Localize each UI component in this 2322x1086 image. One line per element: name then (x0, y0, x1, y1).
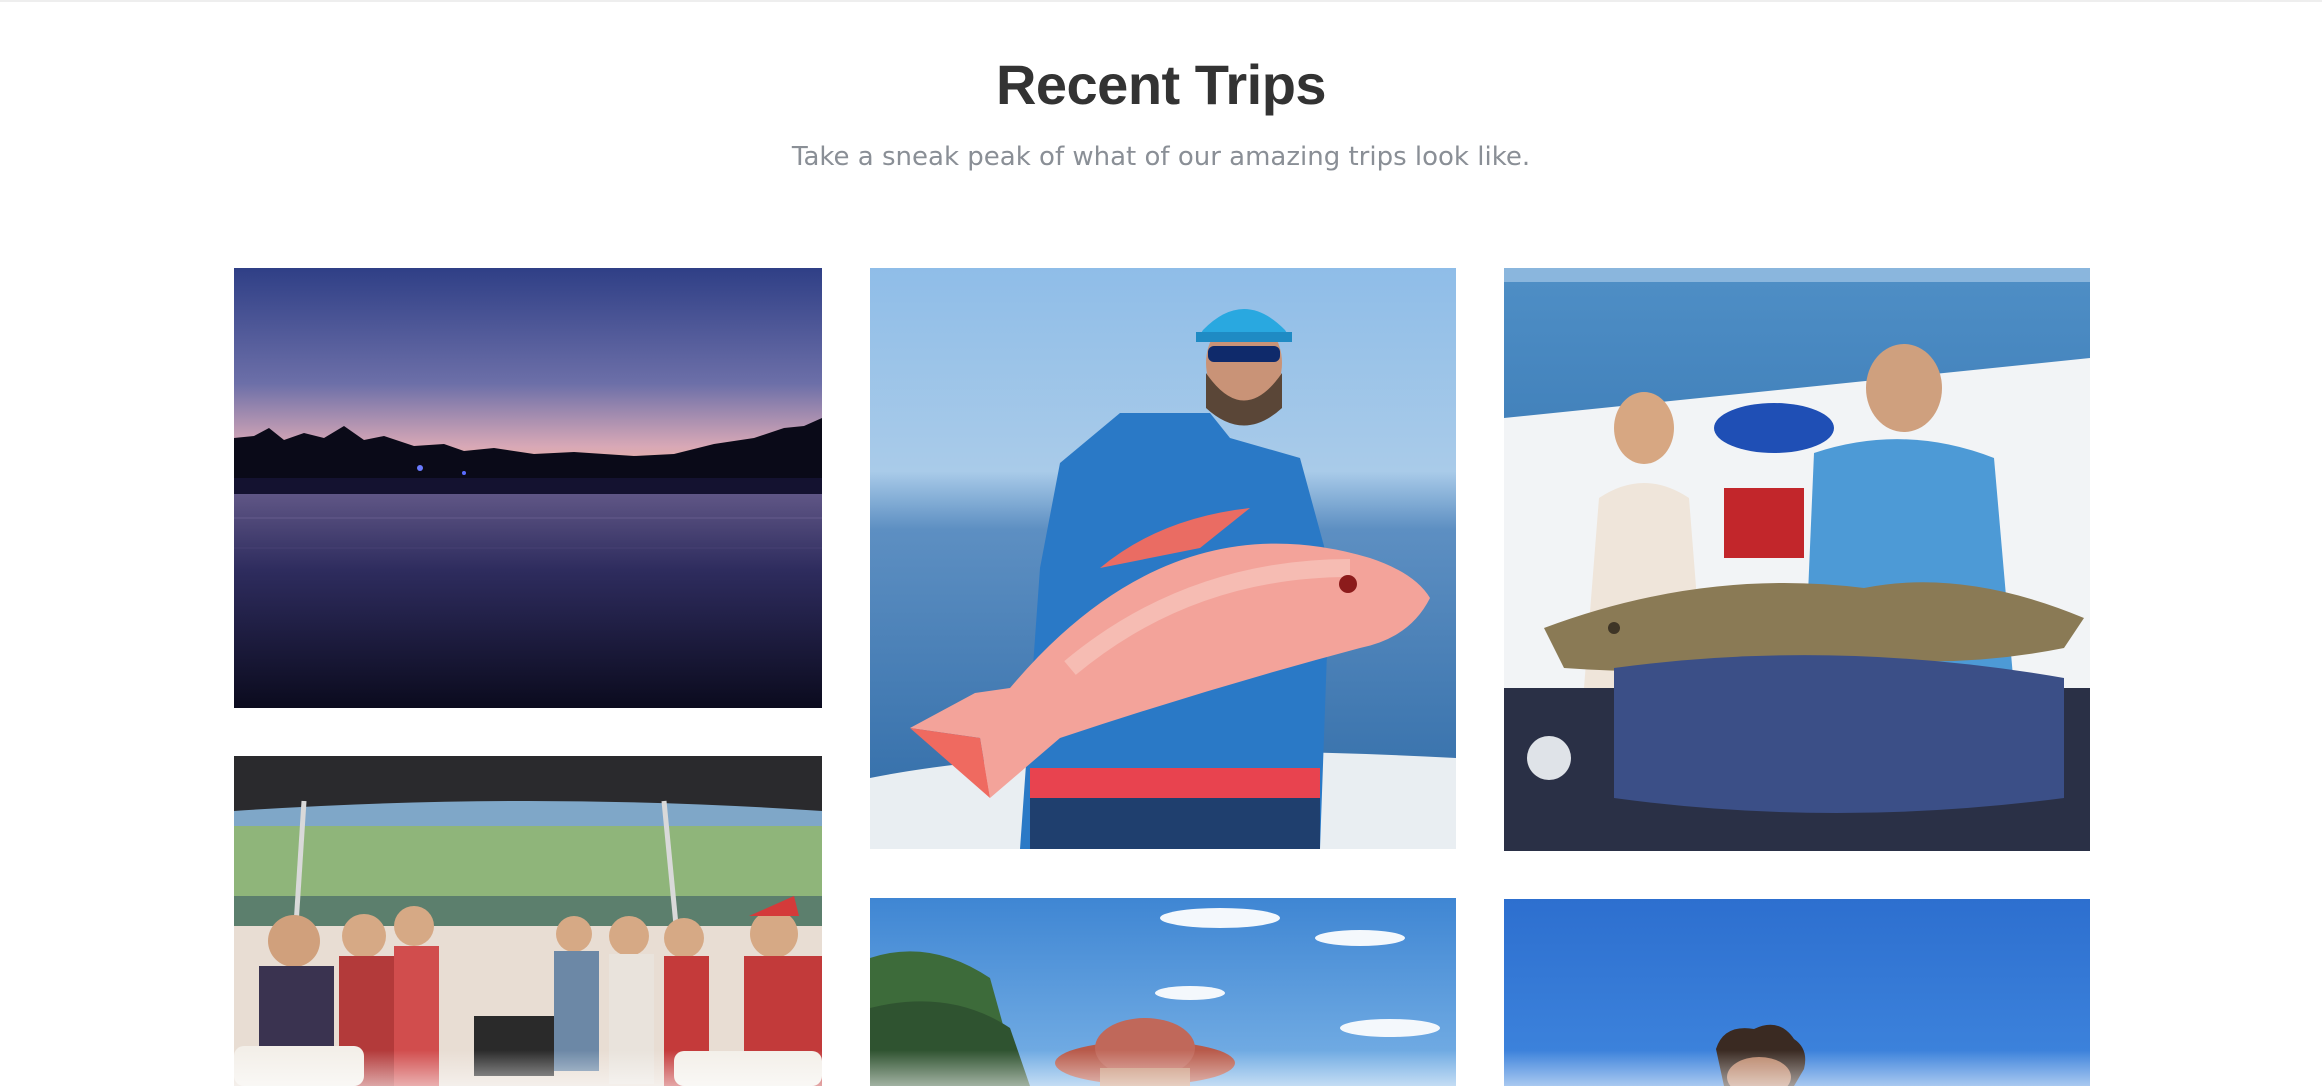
gallery-photo-shoreline-angler[interactable] (870, 898, 1456, 1086)
gallery-photo-pontoon-party[interactable] (234, 756, 822, 1086)
couple-cod-image (1504, 268, 2090, 851)
blue-sky-angler-image (1504, 899, 2090, 1086)
sunset-river-image (234, 268, 822, 708)
pontoon-party-image (234, 756, 822, 1086)
top-divider (0, 0, 2322, 2)
shoreline-angler-image (870, 898, 1456, 1086)
gallery-photo-couple-cod[interactable] (1504, 268, 2090, 851)
red-snapper-image (870, 268, 1456, 849)
gallery-photo-red-snapper[interactable] (870, 268, 1456, 849)
section-subtitle: Take a sneak peak of what of our amazing… (791, 142, 1531, 172)
section-title: Recent Trips (995, 53, 1327, 116)
gallery-photo-sunset-river[interactable] (234, 268, 822, 708)
gallery-photo-blue-sky-angler[interactable] (1504, 899, 2090, 1086)
